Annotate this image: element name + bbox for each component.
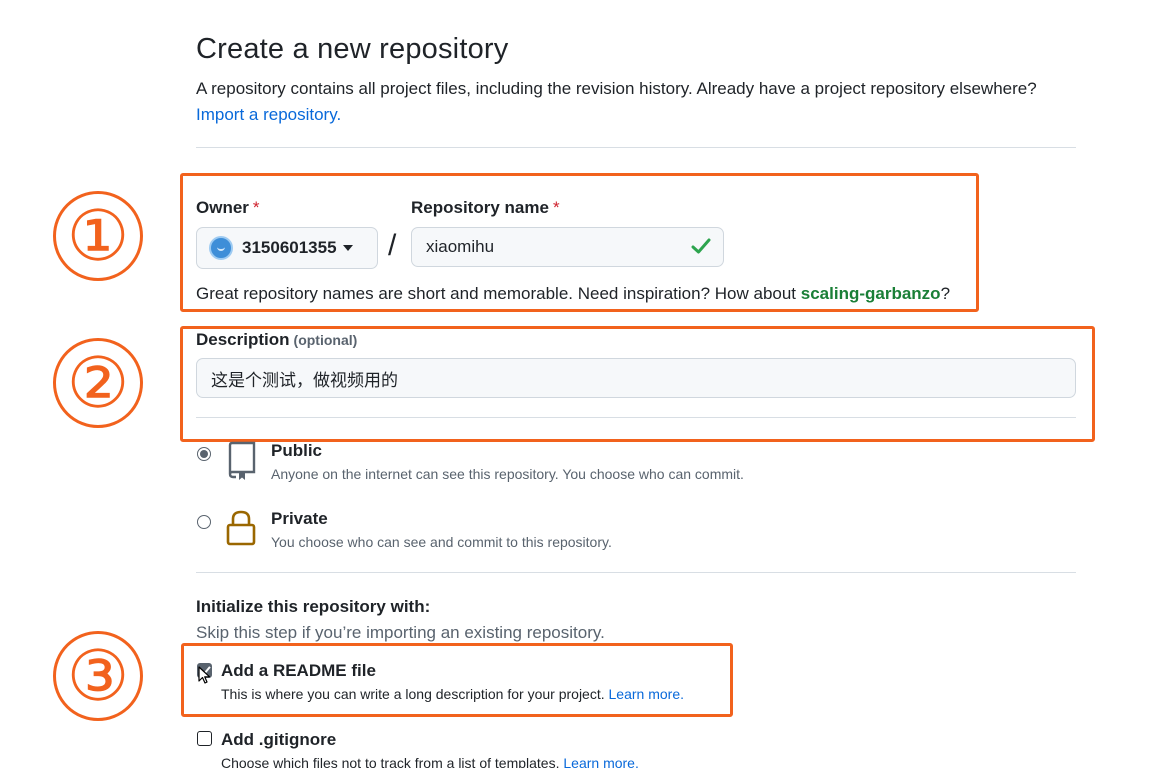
page-subtitle-text: A repository contains all project files,… <box>196 79 1037 98</box>
gitignore-title: Add .gitignore <box>221 730 337 749</box>
owner-label: Owner * <box>196 198 260 218</box>
owner-label-text: Owner <box>196 198 249 217</box>
repo-name-input[interactable] <box>412 237 723 257</box>
hint-suffix: ? <box>940 284 951 303</box>
repo-name-hint-text: Great repository names are short and mem… <box>196 284 797 303</box>
private-desc: You choose who can see and commit to thi… <box>271 534 612 550</box>
annotation-step-2: ② <box>53 338 143 428</box>
chevron-down-icon <box>342 245 353 251</box>
repo-book-icon <box>228 441 256 480</box>
mouse-cursor-icon <box>198 666 211 684</box>
readme-desc: This is where you can write a long descr… <box>221 686 684 702</box>
repo-name-field[interactable] <box>411 227 724 267</box>
init-title: Initialize this repository with: <box>196 597 431 616</box>
description-divider <box>196 417 1076 418</box>
required-mark: * <box>252 198 260 217</box>
gitignore-checkbox[interactable] <box>197 731 212 746</box>
optional-tag: (optional) <box>293 332 358 348</box>
description-label: Description (optional) <box>196 330 357 350</box>
public-desc: Anyone on the internet can see this repo… <box>271 466 744 482</box>
description-input[interactable] <box>197 368 1075 388</box>
lock-icon <box>226 510 256 546</box>
repo-name-hint: Great repository names are short and mem… <box>196 284 950 304</box>
annotation-step-3: ③ <box>53 631 143 721</box>
visibility-divider <box>196 572 1076 573</box>
gitignore-desc-text: Choose which files not to track from a l… <box>221 755 560 768</box>
required-mark: * <box>552 198 560 217</box>
private-radio[interactable] <box>197 515 211 529</box>
readme-learn-more-link[interactable]: Learn more. <box>609 686 684 702</box>
check-icon <box>691 238 711 254</box>
create-repo-page: Create a new repository A repository con… <box>0 0 1172 768</box>
public-title: Public <box>271 441 323 460</box>
description-field[interactable] <box>196 358 1076 398</box>
owner-repo-separator: / <box>388 229 397 262</box>
header-divider <box>196 147 1076 148</box>
readme-title: Add a README file <box>221 661 376 680</box>
public-radio[interactable] <box>197 447 211 461</box>
name-suggestion-link[interactable]: scaling-garbanzo <box>801 284 941 303</box>
owner-select[interactable]: 3150601355 <box>196 227 378 269</box>
import-repository-link[interactable]: Import a repository. <box>196 105 341 124</box>
gitignore-learn-more-link[interactable]: Learn more. <box>563 755 638 768</box>
repo-name-label: Repository name * <box>411 198 560 218</box>
avatar-icon <box>209 236 233 260</box>
annotation-step-1: ① <box>53 191 143 281</box>
gitignore-desc: Choose which files not to track from a l… <box>221 755 639 768</box>
page-subtitle: A repository contains all project files,… <box>196 76 1076 128</box>
description-label-text: Description <box>196 330 290 349</box>
page-title: Create a new repository <box>196 33 509 65</box>
init-subtitle: Skip this step if you’re importing an ex… <box>196 623 605 642</box>
readme-desc-text: This is where you can write a long descr… <box>221 686 605 702</box>
repo-name-label-text: Repository name <box>411 198 549 217</box>
owner-value: 3150601355 <box>242 238 337 257</box>
private-title: Private <box>271 509 328 528</box>
